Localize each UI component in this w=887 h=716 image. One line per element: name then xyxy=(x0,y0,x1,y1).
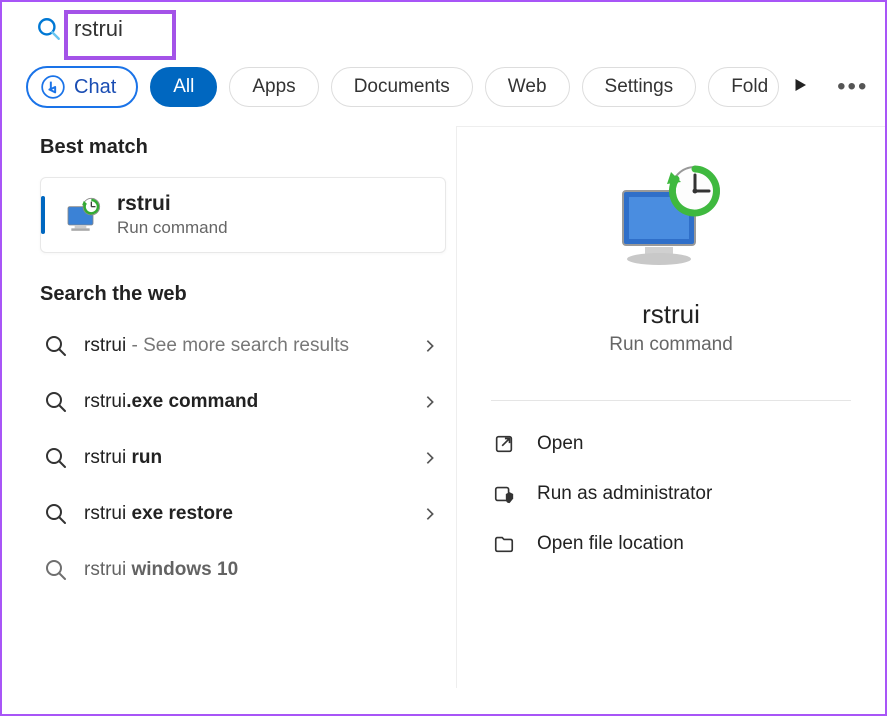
folder-icon xyxy=(493,533,515,555)
search-icon xyxy=(44,334,68,358)
filter-settings[interactable]: Settings xyxy=(582,67,697,107)
filter-all[interactable]: All xyxy=(150,67,217,107)
search-icon xyxy=(44,502,68,526)
filter-documents[interactable]: Documents xyxy=(331,67,473,107)
divider xyxy=(491,400,851,401)
preview-subtitle: Run command xyxy=(491,334,851,356)
preview-panel: rstrui Run command Open Run as administr… xyxy=(456,126,885,688)
chat-button[interactable]: Chat xyxy=(26,66,138,108)
chevron-right-icon xyxy=(422,394,438,410)
chevron-right-icon xyxy=(422,506,438,522)
chevron-right-icon xyxy=(422,338,438,354)
best-match-heading: Best match xyxy=(40,136,446,159)
action-label: Open file location xyxy=(537,533,684,555)
web-result[interactable]: rstrui windows 10 xyxy=(40,542,446,598)
shield-admin-icon xyxy=(493,483,515,505)
scroll-right-icon[interactable] xyxy=(791,76,809,99)
preview-title: rstrui xyxy=(491,299,851,330)
action-label: Open xyxy=(537,433,583,455)
web-result-text: rstrui windows 10 xyxy=(84,559,438,581)
web-result-text: rstrui.exe command xyxy=(84,391,422,413)
filter-folders[interactable]: Fold xyxy=(708,67,779,107)
chevron-right-icon xyxy=(422,450,438,466)
action-open-location[interactable]: Open file location xyxy=(491,519,851,569)
search-icon xyxy=(44,558,68,582)
more-options-icon[interactable]: ••• xyxy=(837,73,868,101)
search-icon xyxy=(36,16,62,42)
filter-apps[interactable]: Apps xyxy=(229,67,318,107)
best-match-result[interactable]: rstrui Run command xyxy=(40,177,446,253)
best-match-title: rstrui xyxy=(117,192,228,216)
web-result[interactable]: rstrui - See more search results xyxy=(40,318,446,374)
web-result[interactable]: rstrui exe restore xyxy=(40,486,446,542)
web-result[interactable]: rstrui.exe command xyxy=(40,374,446,430)
web-result-text: rstrui exe restore xyxy=(84,503,422,525)
best-match-subtitle: Run command xyxy=(117,218,228,238)
filter-web[interactable]: Web xyxy=(485,67,570,107)
action-run-admin[interactable]: Run as administrator xyxy=(491,469,851,519)
action-label: Run as administrator xyxy=(537,483,712,505)
system-restore-icon xyxy=(63,195,103,235)
web-result-text: rstrui - See more search results xyxy=(84,335,422,357)
web-result-text: rstrui run xyxy=(84,447,422,469)
search-icon xyxy=(44,390,68,414)
search-web-heading: Search the web xyxy=(40,283,446,306)
web-result[interactable]: rstrui run xyxy=(40,430,446,486)
chat-label: Chat xyxy=(74,76,116,99)
open-icon xyxy=(493,433,515,455)
bing-chat-icon xyxy=(40,74,66,100)
action-open[interactable]: Open xyxy=(491,419,851,469)
system-restore-icon-large xyxy=(611,163,731,273)
search-input[interactable] xyxy=(74,16,214,42)
search-icon xyxy=(44,446,68,470)
